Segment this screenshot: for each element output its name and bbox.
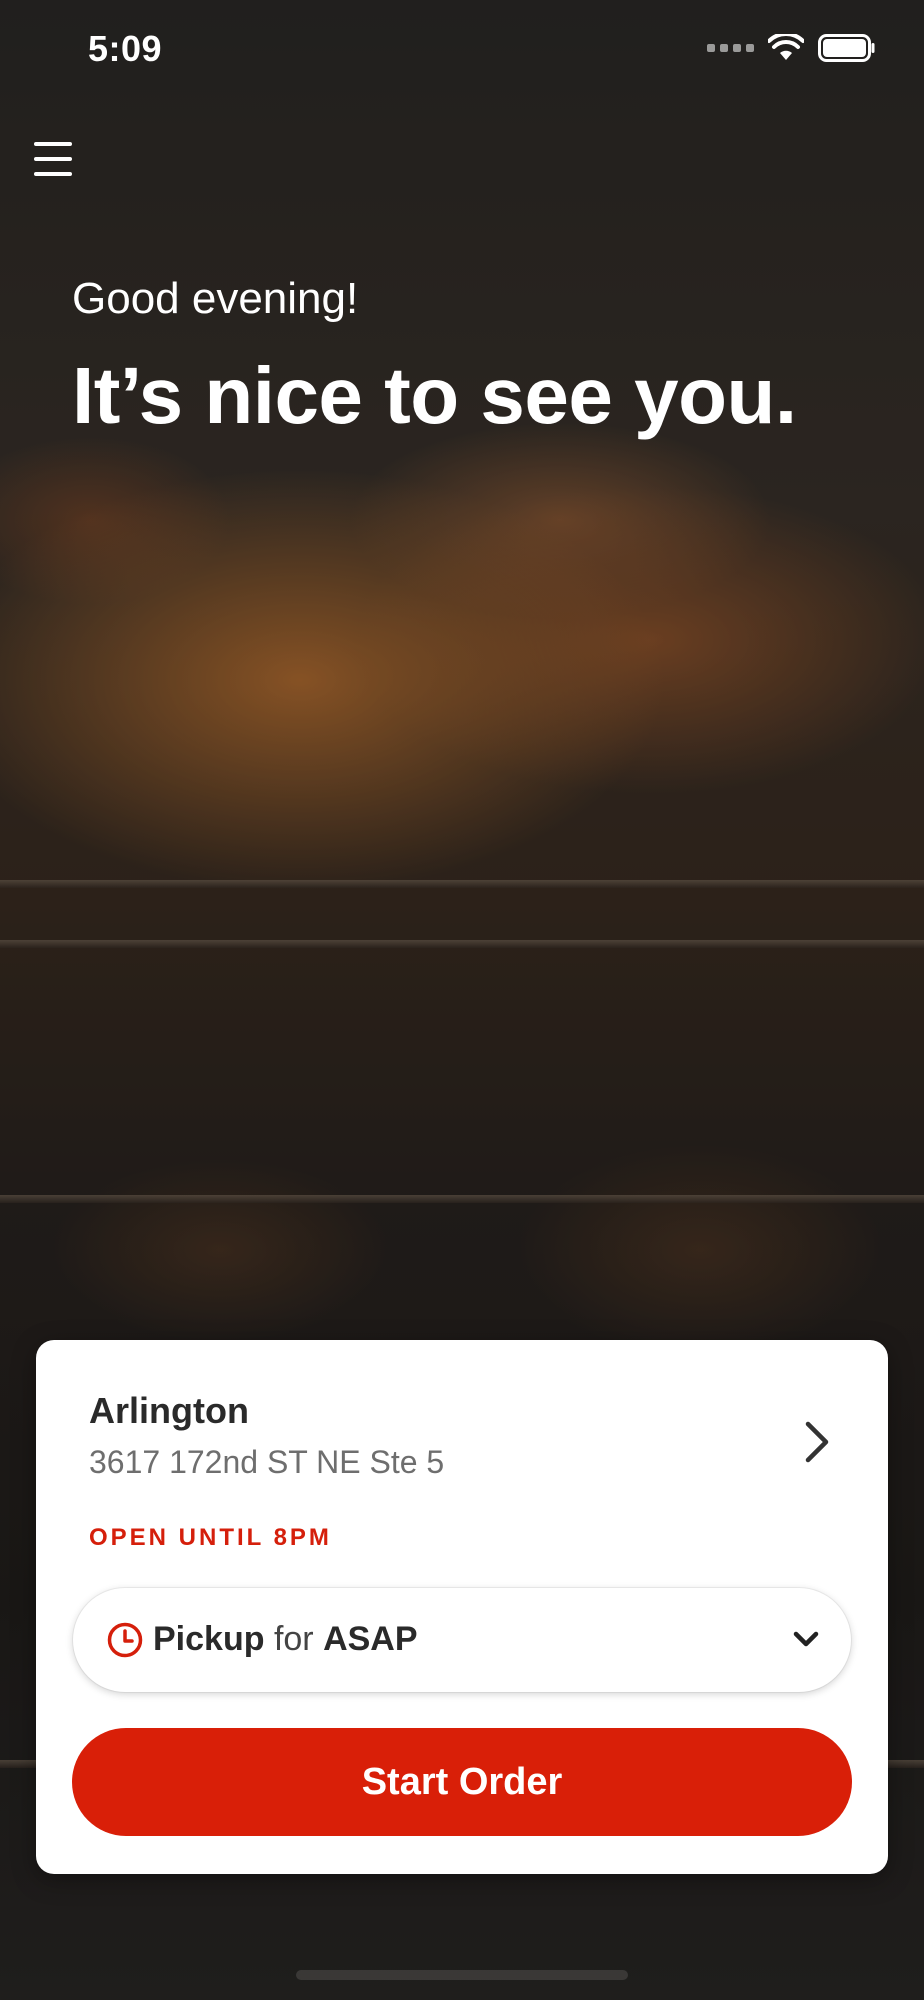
clock-icon [107,1622,143,1658]
greeting-text: Good evening! [72,274,359,323]
location-address: 3617 172nd ST NE Ste 5 [89,1444,445,1480]
hours-label: OPEN UNTIL 8PM [89,1524,332,1551]
chevron-right-icon [805,1421,829,1463]
order-method: Pickup [153,1620,265,1658]
home-indicator [296,1970,628,1980]
status-icons [707,34,876,62]
menu-icon[interactable] [34,142,72,176]
status-time: 5:09 [88,28,163,69]
signal-icon [707,44,754,52]
order-mode-dropdown[interactable]: Pickup for ASAP [73,1588,851,1692]
status-bar: 5:09 [0,0,924,100]
start-order-button[interactable]: Start Order [72,1728,852,1836]
order-card: Arlington 3617 172nd ST NE Ste 5 OPEN UN… [36,1340,888,1874]
battery-icon [818,34,875,62]
location-selector[interactable]: Arlington 3617 172nd ST NE Ste 5 [36,1340,888,1490]
chevron-down-icon [793,1631,819,1647]
app-screen: 5:09 Good evening! It’s nice to see you.… [0,0,924,2000]
location-name: Arlington [89,1390,249,1431]
wifi-icon [768,34,804,60]
headline-text: It’s nice to see you. [72,351,797,440]
order-connector: for [273,1620,314,1658]
order-mode-text: Pickup for ASAP [153,1620,418,1659]
order-time: ASAP [323,1620,418,1658]
